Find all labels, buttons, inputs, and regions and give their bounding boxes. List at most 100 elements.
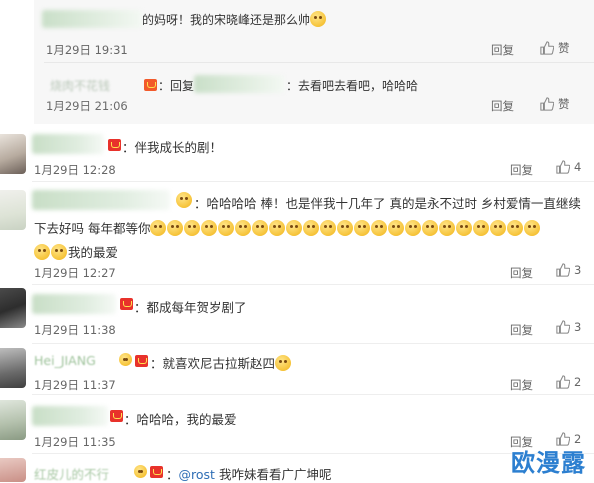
like-count: 3: [574, 320, 582, 334]
divider: [32, 453, 594, 454]
reply-button[interactable]: 回复: [510, 162, 533, 178]
grinning-emoji-icon: [337, 220, 354, 236]
fan-badge-icon: [110, 410, 123, 422]
avatar[interactable]: [0, 288, 26, 328]
reply-prefix: ：回复: [158, 79, 195, 93]
reply-thread: 的妈呀！我的宋晓峰还是那么帅 1月29日 19:31 回复 赞 烧肉不花钱 ：回…: [34, 0, 594, 124]
comment-username[interactable]: [32, 294, 116, 314]
like-button[interactable]: 3: [556, 320, 581, 334]
reply-text: 的妈呀！我的宋晓峰还是那么帅: [142, 11, 327, 28]
avatar[interactable]: [0, 348, 26, 388]
comment-time: 1月29日 12:28: [34, 163, 116, 177]
avatar[interactable]: [0, 134, 26, 174]
medal-emoji-icon: [176, 192, 192, 208]
grinning-emoji-icon: [320, 220, 337, 236]
thumbs-up-icon: [540, 41, 554, 55]
fan-badge-icon: [135, 355, 148, 367]
mention-link[interactable]: @rost: [179, 467, 215, 482]
comment-text: ：哈哈哈哈 棒！也是伴我十几年了 真的是永不过时 乡村爱情一直继续: [194, 196, 581, 211]
crying-emoji-icon: [524, 220, 541, 236]
divider: [32, 394, 594, 395]
grinning-emoji-icon: [303, 220, 320, 236]
avatar[interactable]: [0, 190, 26, 230]
comment-item: Hei_JIANG ：就喜欢尼古拉斯赵四 1月29日 11:37 回复 2: [0, 344, 594, 395]
reply-button[interactable]: 回复: [491, 42, 514, 58]
reply-time: 1月29日 19:31: [46, 43, 128, 57]
like-count: 3: [574, 263, 582, 277]
grinning-emoji-icon: [422, 220, 439, 236]
grinning-emoji-icon: [456, 220, 473, 236]
comment-time: 1月29日 11:38: [34, 323, 116, 337]
fan-badge-icon: [108, 139, 121, 151]
crying-emoji-icon: [490, 220, 507, 236]
thumbs-up-icon: [556, 263, 570, 277]
watermark-logo: 欧漫露: [511, 449, 586, 477]
comment-text-line3: 我的最爱: [34, 242, 118, 261]
medal-emoji-icon: [134, 465, 147, 478]
crying-emoji-icon: [184, 220, 201, 236]
reply-username[interactable]: [42, 10, 142, 28]
like-button[interactable]: 赞: [540, 96, 570, 112]
fan-badge-icon: [144, 79, 157, 91]
reply-text: ：去看吧去看吧，哈哈哈: [286, 79, 419, 93]
like-button[interactable]: 4: [556, 160, 581, 174]
avatar[interactable]: [0, 400, 26, 440]
comment-text-line2: 下去好吗 每年都等你: [34, 218, 541, 237]
like-label: 赞: [558, 41, 570, 55]
reply-button[interactable]: 回复: [510, 265, 533, 281]
grinning-emoji-icon: [388, 220, 405, 236]
comment-username[interactable]: [32, 134, 104, 154]
avatar[interactable]: [0, 458, 26, 482]
reply-button[interactable]: 回复: [510, 377, 533, 393]
comment-text: ：哈哈哈，我的最爱: [124, 412, 237, 427]
grinning-emoji-icon: [371, 220, 388, 236]
comment-username[interactable]: [32, 190, 170, 210]
like-button[interactable]: 赞: [540, 40, 570, 56]
crying-emoji-icon: [269, 220, 286, 236]
like-count: 2: [574, 375, 582, 389]
mentioned-username[interactable]: [194, 75, 284, 93]
crying-emoji-icon: [507, 220, 524, 236]
divider: [32, 284, 594, 285]
comment-text: ：@rost 我咋妹看看广广坤呢: [166, 467, 332, 482]
comment-item: ：都成每年贺岁剧了 1月29日 11:38 回复 3: [0, 286, 594, 344]
surprised-emoji-icon: [310, 11, 327, 27]
comment-username[interactable]: [32, 406, 108, 426]
comment-text: ：就喜欢尼古拉斯赵四: [150, 353, 292, 372]
reply-username[interactable]: 烧肉不花钱: [50, 77, 110, 94]
reply-button[interactable]: 回复: [510, 322, 533, 338]
crying-emoji-icon: [235, 220, 252, 236]
crying-emoji-icon: [167, 220, 184, 236]
comment-username[interactable]: 红皮儿的不行: [34, 464, 109, 483]
fan-badge-icon: [120, 298, 133, 310]
comment-time: 1月29日 11:35: [34, 435, 116, 449]
reply-button[interactable]: 回复: [491, 98, 514, 114]
comment-text: ：都成每年贺岁剧了: [134, 300, 247, 315]
crying-emoji-icon: [286, 220, 303, 236]
crying-emoji-icon: [218, 220, 235, 236]
comment-item: ：伴我成长的剧！ 1月29日 12:28 回复 4: [0, 124, 594, 182]
thumbs-up-icon: [540, 97, 554, 111]
medal-emoji-icon: [119, 353, 132, 366]
grinning-emoji-icon: [439, 220, 456, 236]
like-label: 赞: [558, 97, 570, 111]
like-button[interactable]: 3: [556, 263, 581, 277]
comment-item: ：哈哈哈，我的最爱 1月29日 11:35 回复 2: [0, 398, 594, 454]
reply-time: 1月29日 21:06: [46, 99, 128, 113]
fan-badge-icon: [150, 466, 163, 478]
smile-emoji-icon: [275, 355, 292, 371]
reply-item: 的妈呀！我的宋晓峰还是那么帅 1月29日 19:31 回复 赞: [34, 0, 594, 62]
thumbs-up-icon: [556, 320, 570, 334]
grinning-emoji-icon: [405, 220, 422, 236]
comment-time: 1月29日 12:27: [34, 266, 116, 280]
grinning-emoji-icon: [354, 220, 371, 236]
crying-emoji-icon: [201, 220, 218, 236]
like-button[interactable]: 2: [556, 375, 581, 389]
crying-emoji-icon: [252, 220, 269, 236]
comment-username[interactable]: Hei_JIANG: [34, 353, 96, 368]
comment-item: ：哈哈哈哈 棒！也是伴我十几年了 真的是永不过时 乡村爱情一直继续 下去好吗 每…: [0, 182, 594, 285]
comment-feed: 的妈呀！我的宋晓峰还是那么帅 1月29日 19:31 回复 赞 烧肉不花钱 ：回…: [0, 0, 594, 482]
like-count: 4: [574, 160, 582, 174]
comment-text: ：伴我成长的剧！: [122, 140, 223, 155]
crying-emoji-icon: [51, 244, 67, 260]
